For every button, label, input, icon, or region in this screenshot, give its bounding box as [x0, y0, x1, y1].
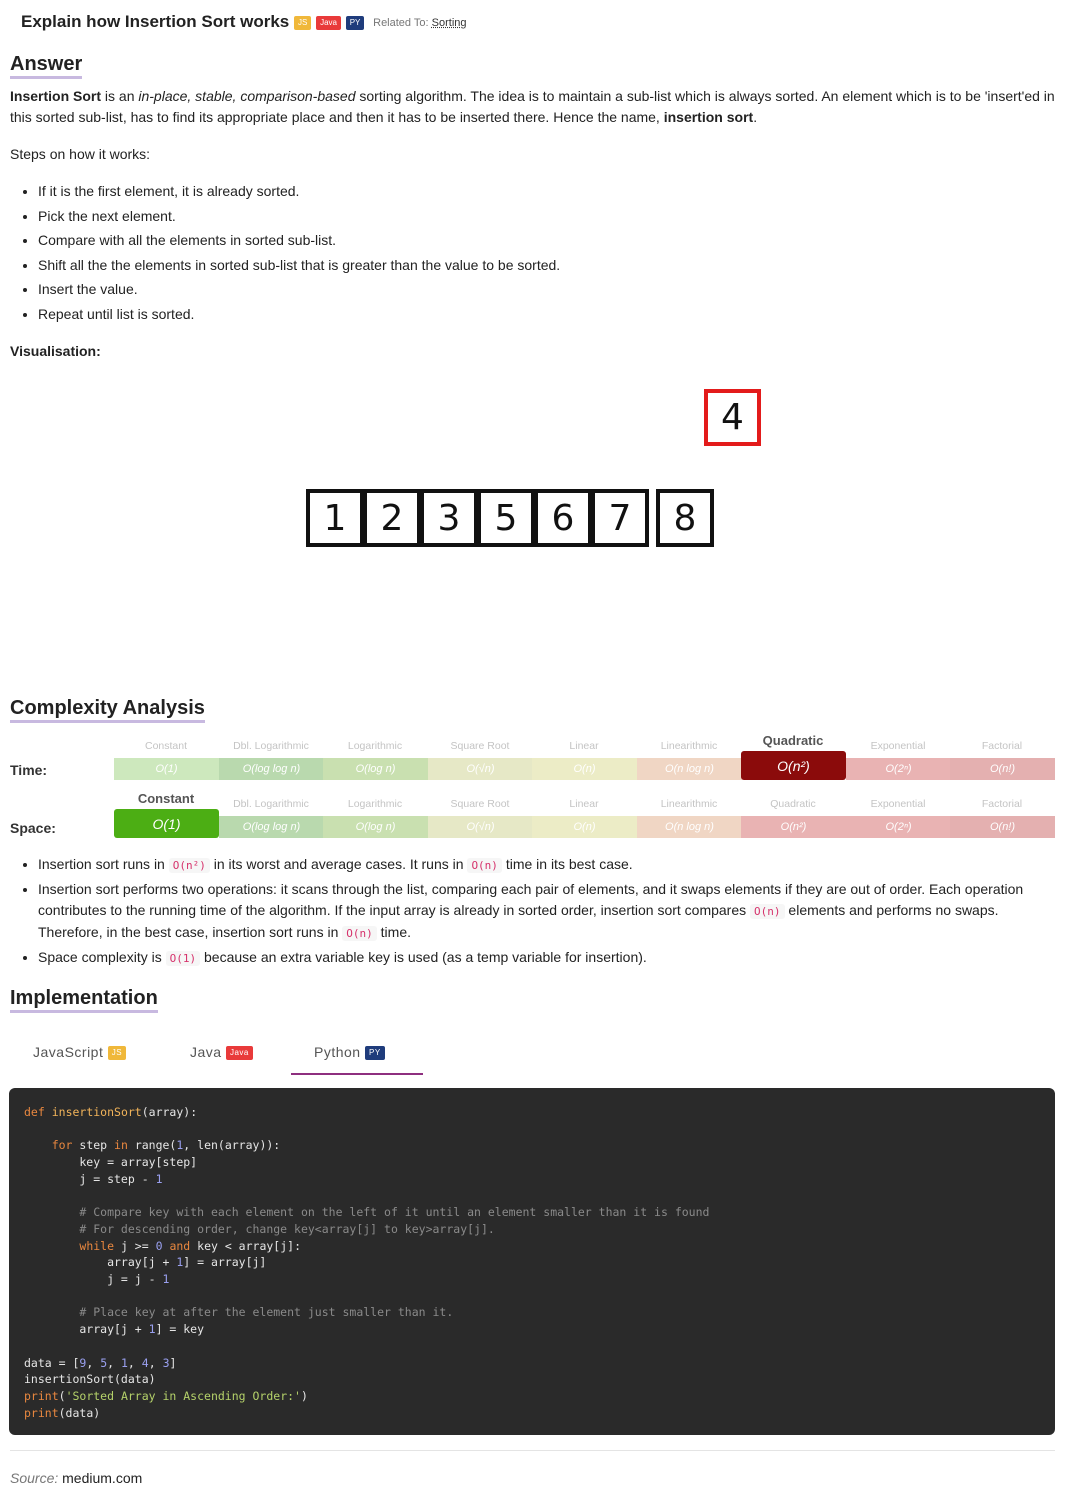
time-complexity-cell: O(n!) — [950, 758, 1055, 780]
active-tab-indicator — [291, 1073, 423, 1075]
space-complexity-cell: O(√n) — [428, 816, 533, 838]
python-code: def insertionSort(array): for step in ra… — [24, 1105, 710, 1420]
answer-intro: Insertion Sort is an in-place, stable, c… — [10, 88, 1055, 125]
steps-list: If it is the first element, it is alread… — [10, 179, 910, 326]
footer-divider — [10, 1450, 1055, 1451]
list-item: Insertion sort runs in O(n²) in its wors… — [38, 854, 1040, 876]
answer-heading: Answer — [10, 52, 83, 79]
sorted-element-box: 2 — [363, 489, 421, 547]
related-link-sorting[interactable]: Sorting — [432, 17, 467, 29]
complexity-column-header: Factorial — [981, 798, 1023, 810]
complexity-column-header: Constant — [137, 791, 195, 806]
list-item: Insert the value. — [38, 277, 910, 302]
time-complexity-cell: O(1) — [114, 758, 219, 780]
sorted-element-box: 3 — [420, 489, 478, 547]
next-element-box: 8 — [656, 489, 714, 547]
source-line: Source: medium.com — [10, 1470, 143, 1486]
time-complexity-cell: O(log n) — [323, 758, 428, 780]
time-complexity-cell: O(n log n) — [637, 758, 742, 780]
page-title: Explain how Insertion Sort works — [21, 12, 290, 31]
list-item: Compare with all the elements in sorted … — [38, 228, 910, 253]
space-complexity-cell: O(2ⁿ) — [846, 816, 951, 838]
space-complexity-cell: O(log n) — [323, 816, 428, 838]
visualisation-label: Visualisation: — [10, 343, 101, 359]
space-complexity-cell: O(n!) — [950, 816, 1055, 838]
complexity-column-header: Constant — [144, 740, 188, 752]
code-block[interactable]: def insertionSort(array): for step in ra… — [9, 1088, 1055, 1435]
complexity-column-header: Square Root — [450, 798, 510, 810]
tab-python[interactable]: Python PY — [314, 1044, 385, 1061]
js-badge: JS — [107, 1046, 127, 1061]
space-label: Space: — [10, 820, 56, 836]
space-complexity-cell: O(1) — [114, 809, 219, 838]
complexity-column-header: Quadratic — [762, 733, 824, 748]
complexity-column-header: Quadratic — [770, 798, 816, 810]
time-complexity-cell: O(2ⁿ) — [846, 758, 951, 780]
page-title-row: Explain how Insertion Sort works JS Java… — [21, 12, 467, 32]
tab-javascript[interactable]: JavaScript JS — [33, 1044, 127, 1061]
steps-intro: Steps on how it works: — [10, 146, 151, 162]
complexity-column-header: Logarithmic — [347, 740, 403, 752]
related-to: Related To: Sorting — [373, 16, 467, 29]
complexity-column-header: Dbl. Logarithmic — [233, 798, 309, 810]
java-badge: Java — [225, 1046, 253, 1061]
list-item: Insertion sort performs two operations: … — [38, 879, 1040, 944]
complexity-column-header: Linear — [569, 798, 599, 810]
complexity-column-header: Linearithmic — [660, 798, 718, 810]
sorted-element-box: 7 — [591, 489, 649, 547]
complexity-column-header: Square Root — [450, 740, 510, 752]
list-item: Space complexity is O(1) because an extr… — [38, 947, 1040, 969]
list-item: If it is the first element, it is alread… — [38, 179, 910, 204]
lifted-element-box: 4 — [704, 389, 761, 446]
complexity-column-header: Linearithmic — [660, 740, 718, 752]
list-item: Pick the next element. — [38, 204, 910, 229]
complexity-column-header: Exponential — [870, 798, 926, 810]
complexity-column-header: Factorial — [981, 740, 1023, 752]
time-label: Time: — [10, 762, 48, 778]
time-complexity-cell: O(n²) — [741, 751, 846, 780]
py-badge: PY — [364, 1046, 385, 1061]
py-badge[interactable]: PY — [345, 15, 365, 30]
time-complexity-cell: O(log log n) — [219, 758, 324, 780]
space-complexity-cell: O(n) — [532, 816, 637, 838]
source-value: medium.com — [62, 1470, 143, 1486]
js-badge[interactable]: JS — [294, 15, 312, 30]
time-complexity-cell: O(n) — [532, 758, 637, 780]
complexity-heading: Complexity Analysis — [10, 696, 205, 723]
list-item: Repeat until list is sorted. — [38, 302, 910, 327]
complexity-column-header: Exponential — [870, 740, 926, 752]
sorted-element-box: 6 — [534, 489, 592, 547]
sorted-element-box: 5 — [477, 489, 535, 547]
complexity-column-header: Dbl. Logarithmic — [233, 740, 309, 752]
complexity-notes: Insertion sort runs in O(n²) in its wors… — [10, 854, 1040, 969]
complexity-column-header: Logarithmic — [347, 798, 403, 810]
space-complexity-cell: O(n log n) — [637, 816, 742, 838]
tab-java[interactable]: Java Java — [190, 1044, 253, 1061]
time-complexity-cell: O(√n) — [428, 758, 533, 780]
space-complexity-cell: O(n²) — [741, 816, 846, 838]
implementation-heading: Implementation — [10, 986, 158, 1013]
space-complexity-cell: O(log log n) — [219, 816, 324, 838]
list-item: Shift all the the elements in sorted sub… — [38, 253, 910, 278]
java-badge[interactable]: Java — [316, 15, 341, 30]
complexity-column-header: Linear — [569, 740, 599, 752]
sorted-element-box: 1 — [306, 489, 364, 547]
